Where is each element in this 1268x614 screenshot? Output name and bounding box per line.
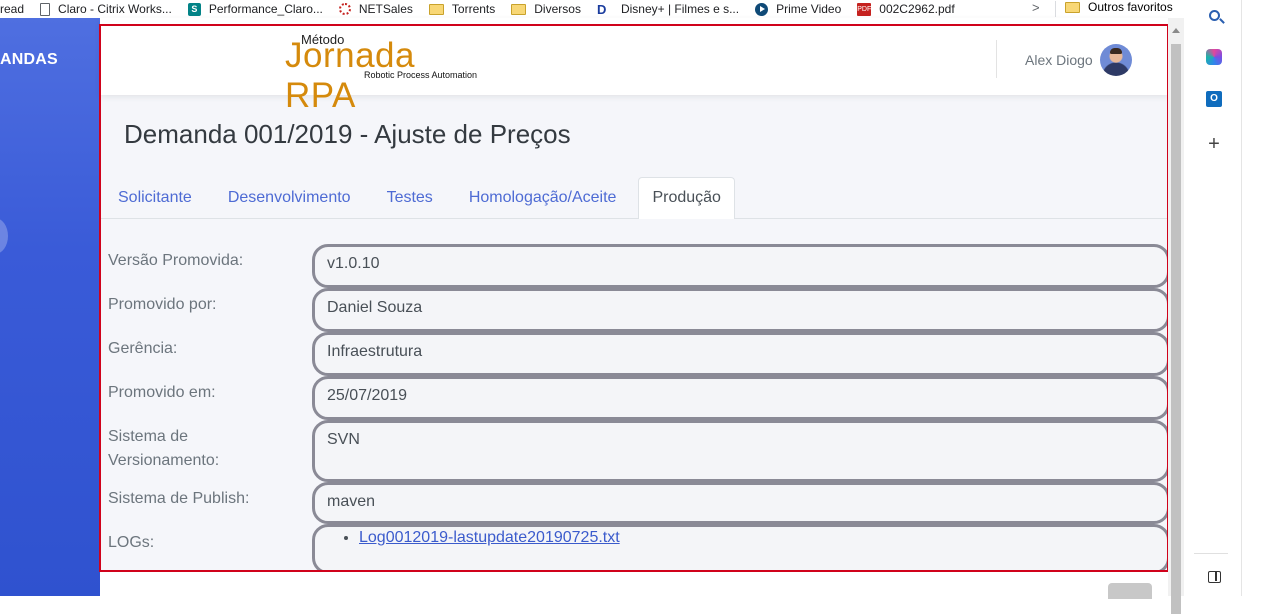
below-content-strip	[100, 572, 1168, 596]
versao-field[interactable]: v1.0.10	[312, 244, 1170, 288]
scroll-up-arrow-icon[interactable]	[1172, 28, 1180, 33]
tab-producao[interactable]: Produção	[638, 177, 735, 219]
bookmark-read[interactable]: read	[0, 2, 24, 16]
tab-testes[interactable]: Testes	[373, 177, 447, 218]
bookmarks-divider	[1055, 1, 1056, 17]
sharepoint-icon: S	[187, 2, 201, 16]
pdf-icon: PDF	[857, 2, 872, 16]
disney-icon: D	[596, 1, 607, 17]
bookmark-label: read	[0, 2, 25, 16]
bookmark-label: 002C2962.pdf	[879, 2, 955, 16]
side-divider	[1194, 553, 1228, 554]
bookmark-prime-video[interactable]: Prime Video	[755, 2, 841, 16]
folder-icon	[1065, 1, 1080, 13]
app-main: Jornada RPA Método Robotic Process Autom…	[100, 18, 1170, 596]
side-panel-border	[1241, 0, 1242, 596]
partial-button[interactable]	[1108, 583, 1152, 599]
chevron-right-icon[interactable]: >	[1032, 0, 1040, 15]
tabs: Solicitante Desenvolvimento Testes Homol…	[100, 177, 1168, 219]
logo-sub-text: Robotic Process Automation	[364, 70, 478, 80]
tab-homologacao-aceite[interactable]: Homologação/Aceite	[455, 177, 631, 218]
tab-solicitante[interactable]: Solicitante	[104, 177, 206, 218]
bookmark-performance-claro[interactable]: S Performance_Claro...	[187, 2, 323, 16]
sistema-versionamento-label-line1: Sistema de	[108, 428, 189, 445]
header-divider	[996, 40, 997, 78]
other-favorites[interactable]: Outros favoritos	[1065, 0, 1173, 14]
bookmark-pdf[interactable]: PDF 002C2962.pdf	[857, 2, 955, 16]
list-item: Log0012019-lastupdate20190725.txt	[359, 529, 1155, 547]
logo-pre-text: Método	[301, 32, 345, 47]
bookmark-label: Diversos	[534, 2, 581, 16]
sistema-publish-label: Sistema de Publish:	[108, 490, 250, 507]
bookmark-label: Claro - Citrix Works...	[58, 2, 172, 16]
promovido-em-label: Promovido em:	[108, 384, 216, 401]
folder-icon	[428, 3, 444, 15]
bookmark-label: Prime Video	[776, 2, 842, 16]
bookmarks-bar: read Claro - Citrix Works... S Performan…	[0, 0, 1184, 18]
sistema-publish-field[interactable]: maven	[312, 482, 1170, 524]
logs-list: Log0012019-lastupdate20190725.txt	[327, 529, 1155, 547]
prime-video-icon	[755, 2, 769, 16]
page-scrollbar[interactable]	[1168, 18, 1184, 614]
app-sidebar: ANDAS	[0, 18, 100, 596]
other-favorites-label: Outros favoritos	[1088, 0, 1173, 14]
bookmark-torrents[interactable]: Torrents	[428, 2, 496, 16]
bookmark-diversos[interactable]: Diversos	[511, 2, 581, 16]
promovido-em-field[interactable]: 25/07/2019	[312, 376, 1170, 420]
bookmark-label: Torrents	[451, 2, 496, 16]
versao-label: Versão Promovida:	[108, 252, 244, 269]
sidebar-toggle-button[interactable]	[0, 218, 8, 254]
bookmark-claro-citrix[interactable]: Claro - Citrix Works...	[40, 2, 172, 16]
promovido-por-field[interactable]: Daniel Souza	[312, 288, 1170, 332]
avatar[interactable]	[1100, 44, 1132, 76]
bookmark-label: Disney+ | Filmes e s...	[620, 2, 740, 16]
page-icon	[40, 2, 51, 16]
app-header: Jornada RPA Método Robotic Process Autom…	[100, 18, 1168, 115]
search-icon[interactable]	[1204, 5, 1224, 25]
office-icon[interactable]	[1204, 47, 1224, 67]
bookmark-label: NETSales	[358, 2, 413, 16]
bookmark-disney[interactable]: D Disney+ | Filmes e s...	[597, 2, 739, 16]
folder-icon	[511, 3, 527, 15]
sidebar-title[interactable]: ANDAS	[0, 51, 58, 69]
add-icon[interactable]: +	[1204, 133, 1224, 155]
bookmark-label: Performance_Claro...	[208, 2, 323, 16]
log-file-link[interactable]: Log0012019-lastupdate20190725.txt	[359, 529, 620, 546]
browser-side-panel: O +	[1184, 0, 1268, 596]
spinner-icon	[338, 3, 351, 15]
gerencia-label: Gerência:	[108, 340, 178, 357]
promovido-por-label: Promovido por:	[108, 296, 217, 313]
user-name[interactable]: Alex Diogo	[1025, 52, 1093, 68]
tab-desenvolvimento[interactable]: Desenvolvimento	[214, 177, 365, 218]
sistema-versionamento-label-line2: Versionamento:	[108, 452, 220, 469]
sistema-versionamento-field[interactable]: SVN	[312, 420, 1170, 482]
gerencia-field[interactable]: Infraestrutura	[312, 332, 1170, 376]
sidebar-panel-icon[interactable]	[1204, 567, 1224, 587]
page-title: Demanda 001/2019 - Ajuste de Preços	[124, 119, 571, 149]
bookmark-netsales[interactable]: NETSales	[338, 2, 413, 16]
logs-field: Log0012019-lastupdate20190725.txt	[312, 524, 1170, 574]
logs-label: LOGs:	[108, 534, 155, 551]
logo[interactable]: Jornada RPA Método Robotic Process Autom…	[285, 30, 495, 115]
scrollbar-thumb[interactable]	[1171, 44, 1181, 614]
outlook-icon[interactable]: O	[1204, 89, 1224, 109]
